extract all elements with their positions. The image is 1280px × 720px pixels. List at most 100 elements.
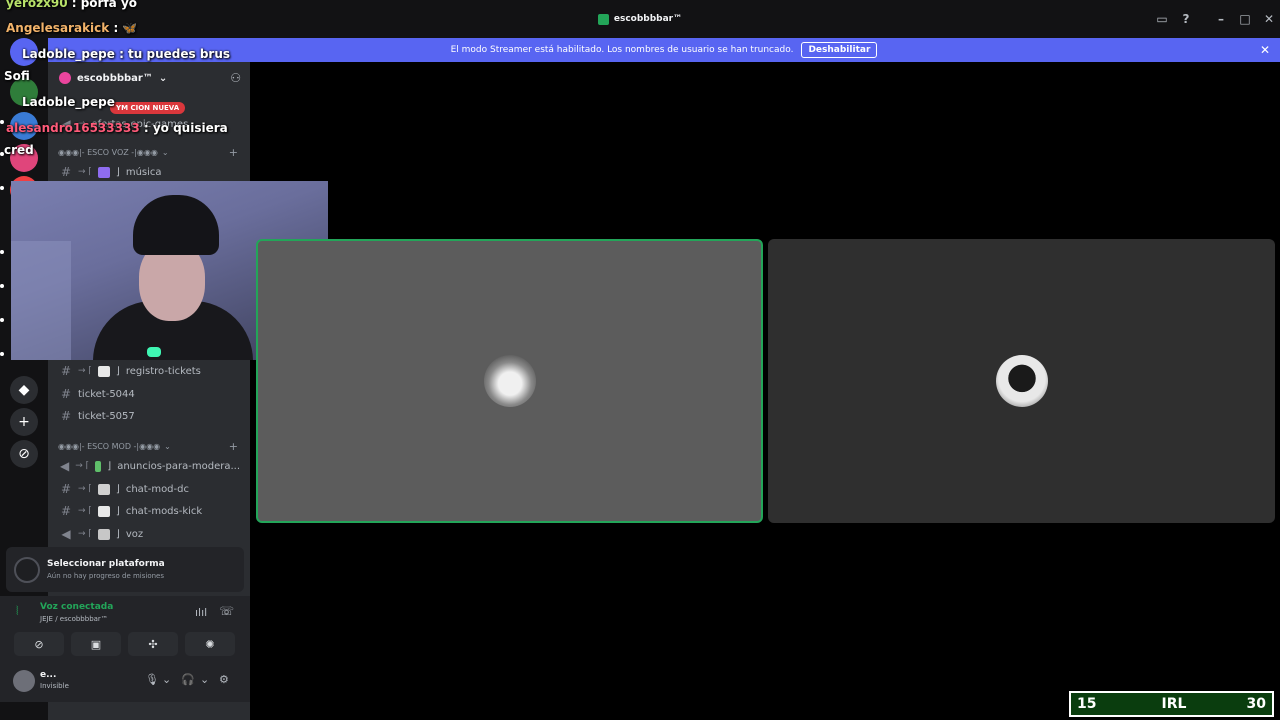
bracket-icon: ⌋ — [107, 460, 112, 472]
score-label: IRL — [1161, 696, 1187, 712]
channel-item-voz[interactable]: ◀ → ⌈ ⌋ voz — [60, 524, 240, 544]
activities-button[interactable]: ✣ — [128, 632, 178, 656]
soundboard-button[interactable]: ✺ — [185, 632, 235, 656]
chat-message: yerozx90 : porfa yo — [6, 0, 138, 10]
discover-icon[interactable]: ◆ — [10, 376, 38, 404]
channel-item-musica[interactable]: # → ⌈ ⌋ música — [60, 162, 240, 182]
arrow-icon: → ⌈ — [78, 484, 92, 494]
bracket-icon: ⌋ — [115, 483, 120, 495]
chat-message: cred — [4, 143, 34, 157]
channel-item-anuncios[interactable]: ◀ → ⌈ ⌋ anuncios-para-modera... — [60, 456, 240, 476]
channel-label: registro-tickets — [125, 365, 201, 377]
channel-item-ticket-5057[interactable]: # ticket-5057 — [60, 406, 240, 426]
bracket-icon: ⌋ — [115, 505, 120, 517]
screen-share-button[interactable]: ▣ — [71, 632, 121, 656]
category-label: ◉◉◉|- ESCO MOD -|◉◉◉ — [58, 442, 161, 451]
channel-label: chat-mods-kick — [125, 505, 203, 517]
explore-icon[interactable]: ⊘ — [10, 440, 38, 468]
category-esco-voz[interactable]: ◉◉◉|- ESCO VOZ -|◉◉◉ ⌄ + — [58, 146, 238, 159]
channel-label: voz — [125, 528, 144, 540]
chat-message: Ladoble_pepe — [22, 95, 115, 109]
voice-location[interactable]: JEJE / escobbbbar™ — [40, 615, 108, 623]
music-emoji-icon — [97, 166, 110, 178]
emoji-icon — [95, 460, 102, 472]
camera-off-icon: ⊘ — [34, 637, 44, 651]
quest-title: Seleccionar plataforma — [47, 559, 165, 569]
chat-message: Angelesarakick : 🦋 — [6, 21, 138, 35]
keyboard-emoji-icon — [97, 483, 110, 495]
chevron-down-icon: ⌄ — [164, 442, 171, 451]
soundboard-icon[interactable]: ılıl — [195, 606, 207, 619]
camera-off-button[interactable]: ⊘ — [14, 632, 64, 656]
close-window-icon[interactable]: ✕ — [1262, 12, 1276, 26]
arrow-icon: → ⌈ — [78, 506, 92, 516]
arrow-icon: → ⌈ — [78, 366, 92, 376]
headphones-icon[interactable]: 🎧 — [181, 673, 195, 686]
channel-item-chat-mod-dc[interactable]: # → ⌈ ⌋ chat-mod-dc — [60, 479, 240, 499]
hash-icon: # — [60, 409, 72, 423]
chat-message: Ladoble_pepe : tu puedes brus — [22, 47, 231, 61]
disconnect-icon[interactable]: ☏ — [219, 604, 234, 618]
guild-header[interactable]: escobbbbar™ ⌄ ⚇ — [48, 62, 250, 94]
speaker-icon: ◀ — [61, 527, 71, 541]
category-esco-mod[interactable]: ◉◉◉|- ESCO MOD -|◉◉◉ ⌄ + — [58, 440, 238, 453]
chat-message: Sofi — [4, 69, 30, 83]
add-channel-icon[interactable]: + — [229, 440, 238, 453]
streamer-mode-banner: El modo Streamer está habilitado. Los no… — [48, 38, 1280, 62]
channel-label: chat-mod-dc — [125, 483, 189, 495]
chevron-down-icon[interactable]: ⌄ — [200, 673, 209, 686]
close-banner-icon[interactable]: ✕ — [1260, 43, 1270, 57]
screen-share-icon: ▣ — [90, 637, 102, 651]
voice-panel: ⦚ Voz conectada JEJE / escobbbbar™ ılıl … — [0, 596, 250, 662]
gear-icon[interactable]: ⚙ — [219, 673, 229, 686]
bracket-icon: ⌋ — [115, 528, 120, 540]
microphone-icon[interactable]: 🎙 — [145, 673, 159, 686]
hash-icon: # — [60, 387, 72, 401]
title-bar: escobbbbar™ ▭ ? – □ ✕ — [0, 0, 1280, 38]
add-server-icon[interactable]: + — [10, 408, 38, 436]
channel-label: música — [125, 166, 162, 178]
score-widget: 15 IRL 30 — [1069, 691, 1274, 717]
help-icon[interactable]: ? — [1179, 12, 1193, 26]
minimize-icon[interactable]: – — [1214, 12, 1228, 26]
unread-indicator — [0, 250, 4, 254]
channel-item-registro-tickets[interactable]: # → ⌈ ⌋ registro-tickets — [60, 361, 240, 381]
banner-message: El modo Streamer está habilitado. Los no… — [450, 45, 794, 55]
username[interactable]: e... — [40, 670, 56, 680]
unread-indicator — [0, 352, 4, 356]
guild-icon — [59, 72, 71, 84]
channel-label: ticket-5044 — [78, 388, 135, 400]
score-right: 30 — [1246, 696, 1266, 712]
chevron-down-icon: ⌄ — [158, 72, 168, 84]
hash-icon: # — [60, 364, 72, 378]
user-panel: e... Invisible 🎙 ⌄ 🎧 ⌄ ⚙ — [0, 662, 250, 702]
channel-item-ticket-5044[interactable]: # ticket-5044 — [60, 384, 240, 404]
arrow-icon: → ⌈ — [75, 461, 90, 471]
avatar[interactable] — [13, 670, 35, 692]
add-channel-icon[interactable]: + — [229, 146, 238, 159]
maximize-icon[interactable]: □ — [1238, 12, 1252, 26]
category-label: ◉◉◉|- ESCO VOZ -|◉◉◉ — [58, 148, 158, 157]
guild-name: escobbbbar™ — [77, 72, 153, 84]
announcement-icon: ◀ — [60, 459, 70, 473]
hash-icon: # — [60, 504, 72, 518]
unread-indicator — [0, 284, 4, 288]
quest-panel[interactable]: Seleccionar plataforma Aún no hay progre… — [6, 547, 244, 592]
participant-avatar — [995, 355, 1048, 407]
video-tile-active[interactable] — [256, 239, 763, 523]
new-badge: YM CION NUEVA — [110, 102, 186, 114]
bracket-icon: ⌋ — [115, 166, 120, 178]
disable-streamer-button[interactable]: Deshabilitar — [801, 42, 878, 58]
chat-message: alesandro16533333 : yo quisiera — [6, 121, 228, 135]
video-tile[interactable] — [768, 239, 1275, 523]
score-left: 15 — [1077, 696, 1097, 712]
channel-item-chat-mods-kick[interactable]: # → ⌈ ⌋ chat-mods-kick — [60, 501, 240, 521]
background-wall — [11, 241, 71, 360]
chevron-down-icon: ⌄ — [161, 148, 169, 157]
bracket-icon: ⌋ — [115, 365, 120, 377]
inbox-icon[interactable]: ▭ — [1155, 12, 1169, 26]
add-member-icon[interactable]: ⚇ — [230, 71, 241, 85]
chevron-down-icon[interactable]: ⌄ — [162, 673, 171, 686]
window-title: escobbbbar™ — [597, 13, 682, 25]
voice-status[interactable]: Voz conectada — [40, 602, 113, 612]
